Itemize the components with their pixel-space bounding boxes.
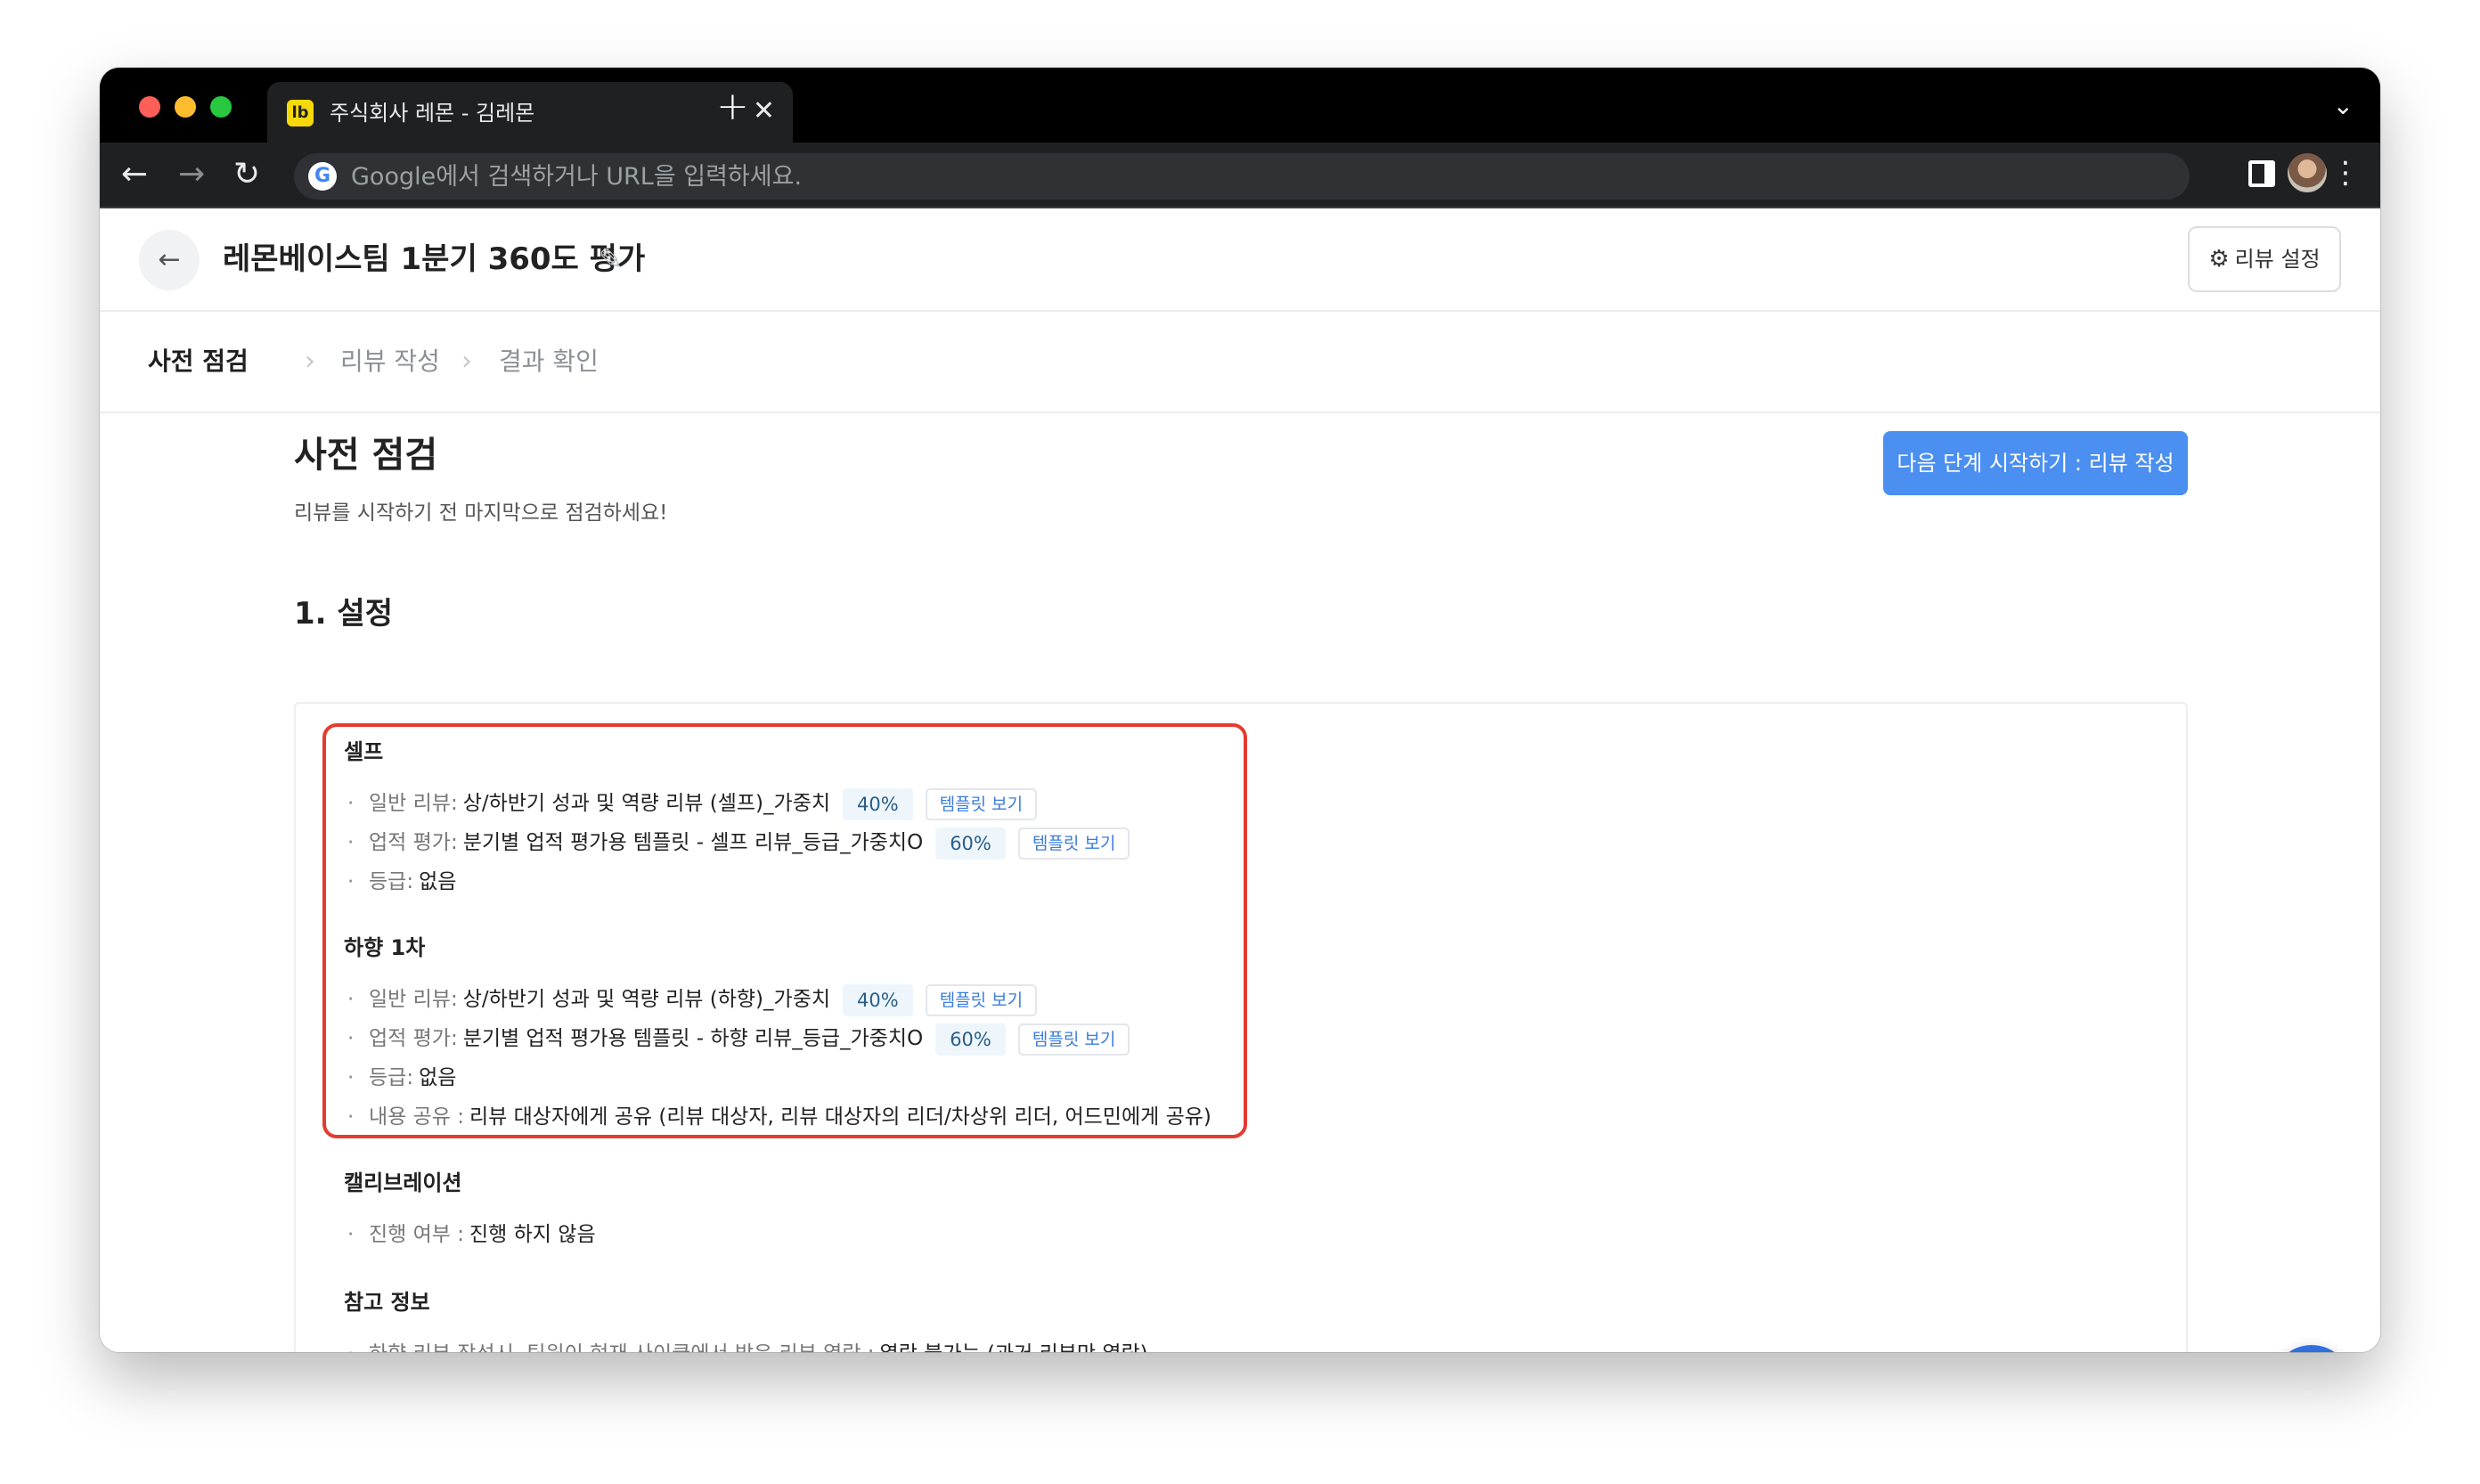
view-template-button[interactable]: 템플릿 보기 [1017,1023,1130,1056]
chevron-right-icon: › [461,346,472,377]
row-label: 하향 리뷰 작성시, 팀원이 현재 사이클에서 받은 리뷰 열람 : [369,1342,875,1352]
back-button[interactable]: ← [139,230,200,290]
tab-bar: lb 주식회사 레몬 - 김레몬 ✕ + ⌄ [100,68,2380,143]
gear-icon: ⚙ [2208,246,2230,273]
browser-tab[interactable]: lb 주식회사 레몬 - 김레몬 ✕ [267,82,793,143]
minimize-window-button[interactable] [175,96,196,118]
forward-arrow-icon[interactable]: → [178,155,205,194]
settings-card: 셀프 · 일반 리뷰: 상/하반기 성과 및 역량 리뷰 (셀프)_가중치 40% 템플… [294,702,2188,1352]
row-label: 일반 리뷰: [369,792,458,815]
list-item: · 진행 여부 : 진행 하지 않음 [347,1223,596,1246]
step-breadcrumb: 사전 점검 › 리뷰 작성 › 결과 확인 [100,312,2380,413]
list-item: · 일반 리뷰: 상/하반기 성과 및 역량 리뷰 (셀프)_가중치 40% 템플릿 보… [347,786,1038,821]
page-title: 레몬베이스팀 1분기 360도 평가 [223,241,646,277]
step-precheck[interactable]: 사전 점검 [148,344,249,379]
step-write-review[interactable]: 리뷰 작성 [340,344,440,379]
view-template-button[interactable]: 템플릿 보기 [1017,827,1130,860]
row-label: 업적 평가: [369,1027,458,1050]
new-tab-icon[interactable]: + [716,87,749,126]
browser-toolbar: ← → ↻ G Google에서 검색하거나 URL을 입력하세요. ⋮ [100,143,2380,208]
list-item: · 일반 리뷰: 상/하반기 성과 및 역량 리뷰 (하향)_가중치 40% 템플릿 보… [347,982,1038,1017]
address-bar[interactable]: G Google에서 검색하거나 URL을 입력하세요. [294,153,2190,200]
row-label: 등급: [369,870,414,893]
tab-title: 주식회사 레몬 - 김레몬 [330,101,535,126]
page-header: ← 레몬베이스팀 1분기 360도 평가 ✎ ⚙ 리뷰 설정 [100,208,2380,312]
chevron-right-icon: › [305,346,315,377]
reload-icon[interactable]: ↻ [233,155,260,194]
arrow-left-icon: ← [158,244,181,275]
row-label: 일반 리뷰: [369,988,458,1011]
row-value: 리뷰 대상자에게 공유 (리뷰 대상자, 리뷰 대상자의 리더/차상위 리더, … [469,1105,1211,1129]
section-title: 사전 점검 [294,435,438,476]
list-item: · 업적 평가: 분기별 업적 평가용 템플릿 - 셀프 리뷰_등급_가중치O 60%… [347,825,1130,860]
favicon-icon: lb [287,100,314,126]
google-icon: G [308,162,337,191]
view-template-button[interactable]: 템플릿 보기 [925,787,1038,820]
next-step-button[interactable]: 다음 단계 시작하기 : 리뷰 작성 [1883,431,2188,495]
pencil-icon[interactable]: ✎ [599,239,623,280]
row-label: 진행 여부 : [369,1223,465,1246]
address-input[interactable]: Google에서 검색하거나 URL을 입력하세요. [351,163,802,192]
row-value: 없음 [419,870,457,893]
tab-close-icon[interactable]: ✕ [753,96,775,126]
browser-window: lb 주식회사 레몬 - 김레몬 ✕ + ⌄ ← → ↻ G Google에서 … [100,68,2380,1352]
reference-group-title: 참고 정보 [344,1290,430,1315]
list-item: · 업적 평가: 분기별 업적 평가용 템플릿 - 하향 리뷰_등급_가중치O 60%… [347,1021,1130,1056]
help-button[interactable]: ? [2272,1345,2352,1352]
list-item: · 내용 공유 : 리뷰 대상자에게 공유 (리뷰 대상자, 리뷰 대상자의 리더/… [347,1105,1211,1129]
self-group-title: 셀프 [344,739,384,764]
review-settings-label: 리뷰 설정 [2234,247,2321,272]
step-results[interactable]: 결과 확인 [499,344,599,379]
view-template-button[interactable]: 템플릿 보기 [925,983,1038,1016]
row-label: 업적 평가: [369,831,458,854]
row-value: 없음 [419,1066,457,1089]
list-item: ·하향 리뷰 작성시, 팀원이 현재 사이클에서 받은 리뷰 열람 :열람 불가… [347,1336,1148,1352]
page: ← 레몬베이스팀 1분기 360도 평가 ✎ ⚙ 리뷰 설정 사전 점검 › 리뷰… [100,208,2380,1352]
back-arrow-icon[interactable]: ← [121,155,148,194]
review-settings-button[interactable]: ⚙ 리뷰 설정 [2188,226,2341,292]
row-value: 분기별 업적 평가용 템플릿 - 셀프 리뷰_등급_가중치O [462,831,924,854]
list-item: · 등급: 없음 [347,1066,457,1089]
weight-badge: 40% [843,787,913,820]
row-label: 등급: [369,1066,414,1089]
maximize-window-button[interactable] [210,96,232,118]
row-value: 열람 불가능 (과거 리뷰만 열람) [880,1342,1148,1352]
row-value: 상/하반기 성과 및 역량 리뷰 (하향)_가중치 [462,988,831,1011]
list-item: · 등급: 없음 [347,870,457,893]
weight-badge: 60% [935,1023,1006,1056]
close-window-button[interactable] [139,96,160,118]
down1-group-title: 하향 1차 [344,935,426,960]
calibration-group-title: 캘리브레이션 [344,1170,462,1195]
more-menu-icon[interactable]: ⋮ [2330,153,2361,192]
weight-badge: 40% [843,983,913,1016]
tab-search-chevron-icon[interactable]: ⌄ [2333,91,2354,120]
row-label: 내용 공유 : [369,1105,465,1129]
row-value: 상/하반기 성과 및 역량 리뷰 (셀프)_가중치 [462,792,831,815]
settings-heading: 1. 설정 [294,596,393,632]
side-panel-icon[interactable] [2248,160,2275,187]
row-value: 분기별 업적 평가용 템플릿 - 하향 리뷰_등급_가중치O [462,1027,924,1050]
weight-badge: 60% [935,827,1006,860]
main-content: 사전 점검 리뷰를 시작하기 전 마지막으로 점검하세요! 다음 단계 시작하기… [100,415,2380,1352]
section-subtitle: 리뷰를 시작하기 전 마지막으로 점검하세요! [294,501,668,525]
row-value: 진행 하지 않음 [469,1223,596,1246]
profile-avatar[interactable] [2288,153,2327,192]
